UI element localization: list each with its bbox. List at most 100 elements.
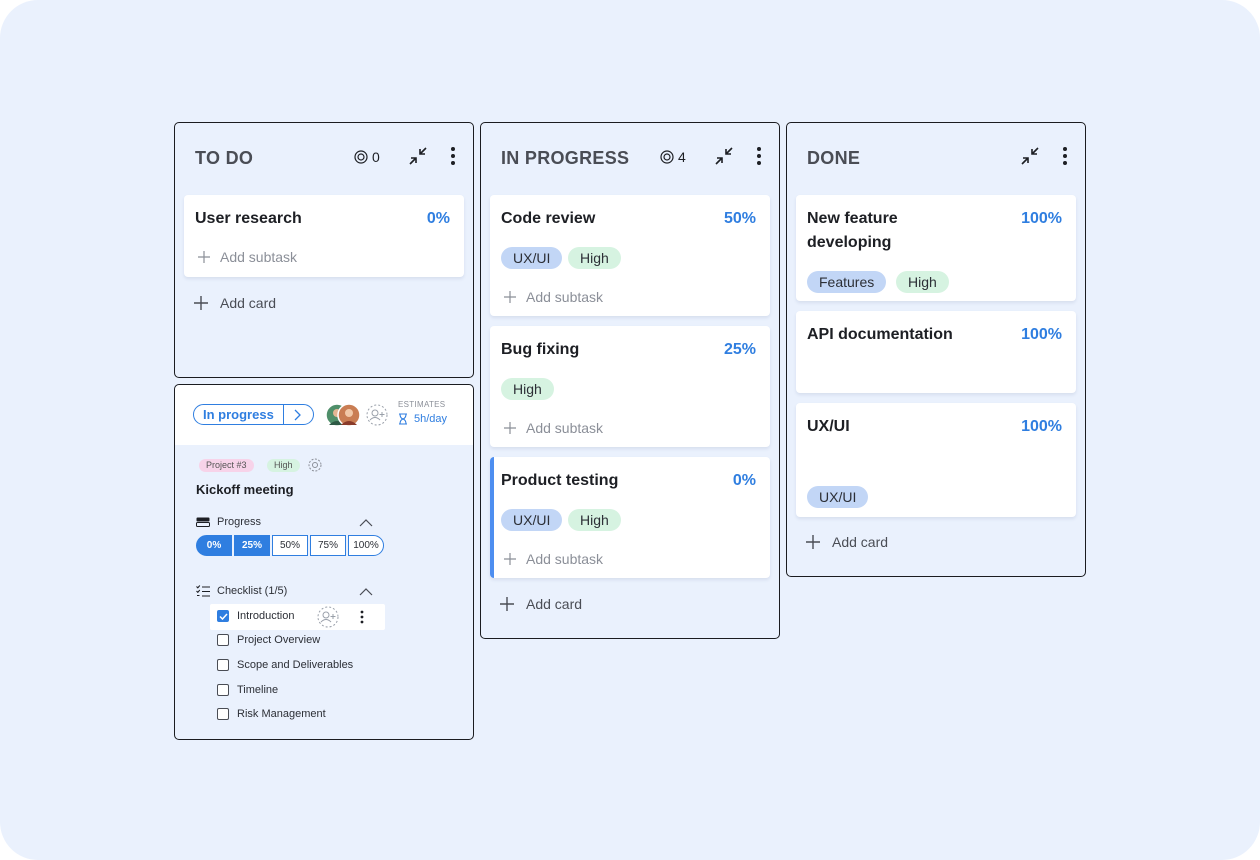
progress-option[interactable]: 0% [196,535,232,556]
progress-option[interactable]: 25% [234,535,270,556]
column-done: DONE New feature developing 100% Feature… [786,122,1086,577]
plus-icon [198,251,210,263]
toggle-icon [196,517,210,527]
task-count: 4 [660,149,686,165]
status-label: In progress [203,407,274,422]
task-card[interactable]: Code review 50% UX/UI High Add subtask [490,195,770,316]
checklist-item[interactable]: Scope and Deliverables [217,659,353,671]
card-percent: 100% [1021,326,1062,343]
tag-high[interactable]: High [501,378,554,400]
column-todo: TO DO 0 User research 0% Add subtask Add… [174,122,474,378]
checklist-item-label: Risk Management [237,708,326,720]
plus-icon [194,296,208,310]
more-vertical-icon[interactable] [356,609,368,625]
plus-icon [504,422,516,434]
checklist-section-header: Checklist (1/5) [196,585,287,597]
collapse-icon[interactable] [713,145,735,167]
tag-high[interactable]: High [568,509,621,531]
checklist-label: Checklist (1/5) [217,585,288,597]
estimate-value: 5h/day [414,413,448,425]
estimate[interactable]: 5h/day [398,413,447,425]
task-card[interactable]: UX/UI 100% UX/UI [796,403,1076,517]
add-subtask-label: Add subtask [526,289,604,305]
column-title: IN PROGRESS [501,148,630,168]
tag-ux-ui[interactable]: UX/UI [501,509,563,531]
checklist-item-label: Project Overview [237,634,321,646]
status-next-button[interactable] [282,405,313,424]
add-subtask-button[interactable]: Add subtask [504,551,603,567]
progress-selector: 0% 25% 50% 75% 100% [196,535,384,556]
collapse-icon[interactable] [407,145,429,167]
collapse-icon[interactable] [1019,145,1041,167]
status-selector[interactable]: In progress [193,404,314,425]
task-card[interactable]: Bug fixing 25% High Add subtask [490,326,770,447]
add-card-label: Add card [832,534,889,550]
progress-label: Progress [217,516,262,528]
card-title: New feature developing [807,207,898,255]
estimates-label: ESTIMATES [398,400,446,409]
add-card-button[interactable]: Add card [806,534,888,550]
more-vertical-icon[interactable] [1055,145,1075,167]
checkbox[interactable] [217,610,229,622]
card-percent: 100% [1021,210,1062,227]
avatar-group[interactable] [325,403,361,427]
target-icon [354,150,368,164]
add-subtask-label: Add subtask [526,551,604,567]
tag-features[interactable]: Features [807,271,887,293]
chevron-up-icon[interactable] [359,518,373,527]
add-subtask-button[interactable]: Add subtask [198,249,297,265]
add-subtask-button[interactable]: Add subtask [504,420,603,436]
progress-option[interactable]: 50% [272,535,308,556]
more-vertical-icon[interactable] [443,145,463,167]
card-title: API documentation [807,326,953,343]
checklist-item[interactable]: Project Overview [217,634,320,646]
task-card[interactable]: API documentation 100% [796,311,1076,393]
progress-section-header: Progress [196,516,261,528]
task-count-value: 4 [678,149,686,165]
checklist-item[interactable]: Risk Management [217,708,326,720]
add-card-button[interactable]: Add card [194,295,276,311]
chevron-up-icon[interactable] [359,587,373,596]
target-icon [660,150,674,164]
task-card[interactable]: User research 0% Add subtask [184,195,464,277]
add-card-label: Add card [220,295,277,311]
tag-settings-icon[interactable] [308,458,322,472]
card-percent: 50% [723,210,756,227]
checkbox[interactable] [217,634,229,646]
plus-icon [500,597,514,611]
task-count-value: 0 [372,149,380,165]
column-title: DONE [807,148,861,168]
card-percent: 25% [723,341,756,358]
tag-high[interactable]: High [568,247,621,269]
card-title-line: developing [807,234,892,251]
task-card[interactable]: New feature developing 100% Features Hig… [796,195,1076,301]
task-card[interactable]: Product testing 0% UX/UI High Add subtas… [490,457,770,578]
card-title: Bug fixing [501,341,580,358]
add-subtask-label: Add subtask [220,249,298,265]
chevron-right-icon [294,409,302,420]
add-user-icon[interactable] [366,404,388,426]
tag-high[interactable]: High [896,271,949,293]
more-vertical-icon[interactable] [749,145,769,167]
card-percent: 100% [1021,418,1062,435]
add-user-icon[interactable] [317,606,339,628]
checklist-item[interactable]: Timeline [217,684,278,696]
card-title: Product testing [501,472,619,489]
add-card-button[interactable]: Add card [500,596,582,612]
checklist-item[interactable]: Introduction [217,610,294,622]
tag-ux-ui[interactable]: UX/UI [501,247,563,269]
plus-icon [806,535,820,549]
checkbox[interactable] [217,708,229,720]
card-title-line: New feature [807,210,898,227]
project-tag: Project #3 [199,459,254,472]
checkbox[interactable] [217,659,229,671]
checklist-item-label: Introduction [237,610,295,622]
tag-ux-ui[interactable]: UX/UI [807,486,869,508]
progress-option[interactable]: 75% [310,535,346,556]
hourglass-icon [399,413,407,425]
add-subtask-button[interactable]: Add subtask [504,289,603,305]
progress-option[interactable]: 100% [348,535,384,556]
plus-icon [504,291,516,303]
checkbox[interactable] [217,684,229,696]
card-title: User research [195,210,302,227]
